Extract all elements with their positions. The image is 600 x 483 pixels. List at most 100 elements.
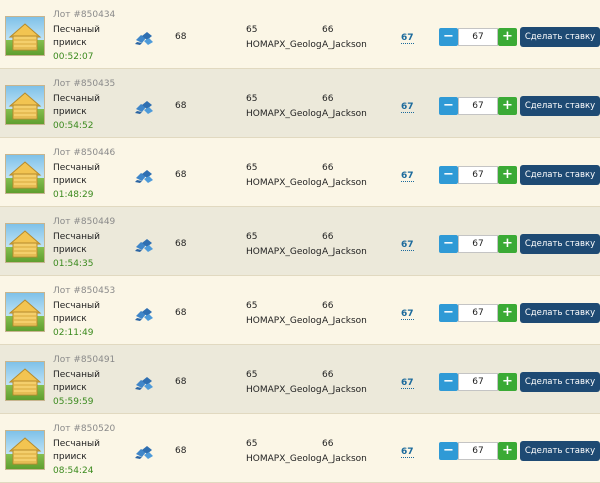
bid-amount-input[interactable] <box>458 28 498 46</box>
increase-bid-button[interactable]: + <box>498 97 517 115</box>
ore-pile-icon <box>134 168 154 184</box>
lot-timer: 01:48:29 <box>53 190 94 200</box>
bidder-value: 66 <box>322 94 334 104</box>
bidder-name: A_Jackson <box>322 247 367 257</box>
seller-value: 65 <box>246 25 258 35</box>
lot-number: Лот #850449 <box>53 217 116 227</box>
bid-amount-input[interactable] <box>458 166 498 184</box>
bidder-name: A_Jackson <box>322 316 367 326</box>
seller-name: HOMAPX_Geolog <box>246 40 322 50</box>
seller-name: HOMAPX_Geolog <box>246 454 322 464</box>
bidder-info: 66 A_Jackson <box>322 437 367 467</box>
sand-mine-thumbnail <box>5 223 45 263</box>
increase-bid-button[interactable]: + <box>498 235 517 253</box>
lot-row: Лот #850446 Песчаный прииск 01:48:29 68 … <box>0 138 600 207</box>
bidder-info: 66 A_Jackson <box>322 368 367 398</box>
ore-pile-icon <box>134 375 154 391</box>
lot-name-line1: Песчаный <box>53 439 100 449</box>
place-bid-button[interactable]: Сделать ставку <box>520 165 600 185</box>
seller-value: 65 <box>246 370 258 380</box>
increase-bid-button[interactable]: + <box>498 373 517 391</box>
bid-amount-input[interactable] <box>458 235 498 253</box>
bidder-value: 66 <box>322 370 334 380</box>
seller-name: HOMAPX_Geolog <box>246 316 322 326</box>
current-price-link[interactable]: 67 <box>401 378 414 389</box>
lot-row: Лот #850434 Песчаный прииск 00:52:07 68 … <box>0 0 600 69</box>
lot-timer: 01:54:35 <box>53 259 94 269</box>
lot-name-line1: Песчаный <box>53 25 100 35</box>
lot-quantity: 68 <box>175 101 187 111</box>
sand-mine-thumbnail <box>5 430 45 470</box>
lot-name: Песчаный прииск <box>53 93 113 119</box>
lot-row: Лот #850435 Песчаный прииск 00:54:52 68 … <box>0 69 600 138</box>
ore-pile-icon <box>134 237 154 253</box>
bidder-name: A_Jackson <box>322 109 367 119</box>
increase-bid-button[interactable]: + <box>498 442 517 460</box>
bid-amount-input[interactable] <box>458 97 498 115</box>
lot-quantity: 68 <box>175 239 187 249</box>
seller-info: 65 HOMAPX_Geolog <box>246 230 322 260</box>
lot-number: Лот #850434 <box>53 10 116 20</box>
current-price-link[interactable]: 67 <box>401 171 414 182</box>
decrease-bid-button[interactable]: − <box>439 97 458 115</box>
bid-amount-input[interactable] <box>458 373 498 391</box>
decrease-bid-button[interactable]: − <box>439 373 458 391</box>
current-price-link[interactable]: 67 <box>401 33 414 44</box>
seller-value: 65 <box>246 232 258 242</box>
bidder-name: A_Jackson <box>322 40 367 50</box>
lot-name: Песчаный прииск <box>53 231 113 257</box>
decrease-bid-button[interactable]: − <box>439 304 458 322</box>
ore-pile-icon <box>134 444 154 460</box>
place-bid-button[interactable]: Сделать ставку <box>520 372 600 392</box>
place-bid-button[interactable]: Сделать ставку <box>520 234 600 254</box>
ore-pile-icon <box>134 306 154 322</box>
sand-mine-thumbnail <box>5 154 45 194</box>
bidder-value: 66 <box>322 232 334 242</box>
ore-pile-icon <box>134 30 154 46</box>
increase-bid-button[interactable]: + <box>498 304 517 322</box>
bid-amount-input[interactable] <box>458 442 498 460</box>
bid-amount-input[interactable] <box>458 304 498 322</box>
lot-name-line2: прииск <box>53 452 87 462</box>
place-bid-button[interactable]: Сделать ставку <box>520 27 600 47</box>
seller-info: 65 HOMAPX_Geolog <box>246 23 322 53</box>
decrease-bid-button[interactable]: − <box>439 235 458 253</box>
increase-bid-button[interactable]: + <box>498 166 517 184</box>
increase-bid-button[interactable]: + <box>498 28 517 46</box>
lot-timer: 02:11:49 <box>53 328 94 338</box>
lot-name: Песчаный прииск <box>53 24 113 50</box>
place-bid-button[interactable]: Сделать ставку <box>520 96 600 116</box>
lot-quantity: 68 <box>175 446 187 456</box>
sand-mine-thumbnail <box>5 85 45 125</box>
lot-quantity: 68 <box>175 377 187 387</box>
place-bid-button[interactable]: Сделать ставку <box>520 441 600 461</box>
lot-quantity: 68 <box>175 32 187 42</box>
decrease-bid-button[interactable]: − <box>439 166 458 184</box>
lot-name-line1: Песчаный <box>53 370 100 380</box>
lot-quantity: 68 <box>175 308 187 318</box>
lot-timer: 08:54:24 <box>53 466 94 476</box>
bidder-info: 66 A_Jackson <box>322 92 367 122</box>
bidder-name: A_Jackson <box>322 178 367 188</box>
seller-name: HOMAPX_Geolog <box>246 247 322 257</box>
seller-name: HOMAPX_Geolog <box>246 109 322 119</box>
place-bid-button[interactable]: Сделать ставку <box>520 303 600 323</box>
current-price-link[interactable]: 67 <box>401 309 414 320</box>
lot-row: Лот #850449 Песчаный прииск 01:54:35 68 … <box>0 207 600 276</box>
seller-value: 65 <box>246 301 258 311</box>
lot-name-line2: прииск <box>53 38 87 48</box>
current-price-link[interactable]: 67 <box>401 447 414 458</box>
lot-name: Песчаный прииск <box>53 300 113 326</box>
lot-name-line2: прииск <box>53 176 87 186</box>
decrease-bid-button[interactable]: − <box>439 442 458 460</box>
current-price-link[interactable]: 67 <box>401 102 414 113</box>
seller-value: 65 <box>246 94 258 104</box>
lot-number: Лот #850435 <box>53 79 116 89</box>
bidder-info: 66 A_Jackson <box>322 230 367 260</box>
lot-name-line2: прииск <box>53 314 87 324</box>
decrease-bid-button[interactable]: − <box>439 28 458 46</box>
lot-row: Лот #850453 Песчаный прииск 02:11:49 68 … <box>0 276 600 345</box>
current-price-link[interactable]: 67 <box>401 240 414 251</box>
seller-info: 65 HOMAPX_Geolog <box>246 368 322 398</box>
bidder-info: 66 A_Jackson <box>322 161 367 191</box>
